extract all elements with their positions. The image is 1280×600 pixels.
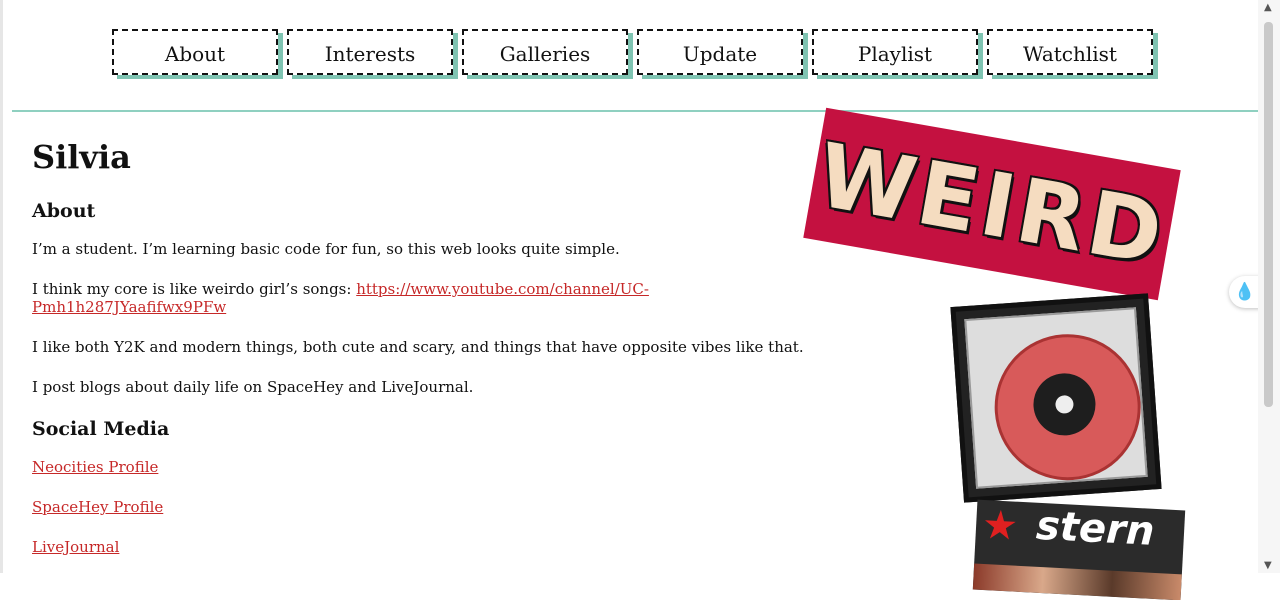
social-media-heading: Social Media [32, 418, 170, 440]
social-link-item: Neocities Profile [32, 458, 822, 476]
page-scrollbar[interactable]: ▲ ▼ [1258, 0, 1280, 573]
cd-case-image [950, 293, 1162, 503]
nav-update-button[interactable]: Update [637, 29, 803, 75]
star-icon: ★ [980, 501, 1020, 550]
cd-disc-icon [989, 329, 1146, 486]
about-text-2: I think my core is like weirdo girl’s so… [32, 280, 822, 316]
page: About Interests Galleries Update Playlis… [12, 0, 1258, 600]
social-link-item: LiveJournal [32, 538, 822, 556]
nav-watchlist-button[interactable]: Watchlist [987, 29, 1153, 75]
top-nav: About Interests Galleries Update Playlis… [112, 29, 1172, 85]
scroll-up-arrow-icon[interactable]: ▲ [1264, 2, 1272, 13]
about-text-3: I like both Y2K and modern things, both … [32, 338, 804, 356]
nav-galleries-button[interactable]: Galleries [462, 29, 628, 75]
social-link-item: SpaceHey Profile [32, 498, 822, 516]
neocities-profile-link[interactable]: Neocities Profile [32, 458, 158, 476]
nav-playlist-button[interactable]: Playlist [812, 29, 978, 75]
decorative-images: WEIRD ★ stern [803, 107, 1197, 600]
cd-disc-center [1031, 371, 1098, 438]
about-heading: About [32, 200, 96, 222]
nav-interests-button[interactable]: Interests [287, 29, 453, 75]
weird-sticker-image: WEIRD [803, 107, 1181, 301]
magazine-cover-photo [972, 563, 1182, 600]
window-left-edge [0, 0, 3, 573]
weird-sticker-text: WEIRD [810, 122, 1174, 286]
page-title: Silvia [32, 138, 131, 176]
scrollbar-thumb[interactable] [1264, 22, 1273, 407]
cd-case-body [964, 307, 1148, 489]
about-text-2-label: I think my core is like weirdo girl’s so… [32, 280, 357, 298]
nav-about-button[interactable]: About [112, 29, 278, 75]
cd-disc-hole [1054, 394, 1075, 415]
about-text-1: I’m a student. I’m learning basic code f… [32, 240, 620, 258]
magazine-cover-image: ★ stern [972, 499, 1186, 600]
spacehey-profile-link[interactable]: SpaceHey Profile [32, 498, 163, 516]
header-divider [12, 110, 1258, 112]
scroll-down-arrow-icon[interactable]: ▼ [1264, 560, 1272, 571]
livejournal-link[interactable]: LiveJournal [32, 538, 119, 556]
about-text-4: I post blogs about daily life on SpaceHe… [32, 378, 474, 396]
floating-water-drop-icon[interactable]: 💧 [1229, 276, 1261, 308]
magazine-title: stern [1035, 502, 1156, 555]
main-content: Silvia About I’m a student. I’m learning… [32, 130, 822, 578]
